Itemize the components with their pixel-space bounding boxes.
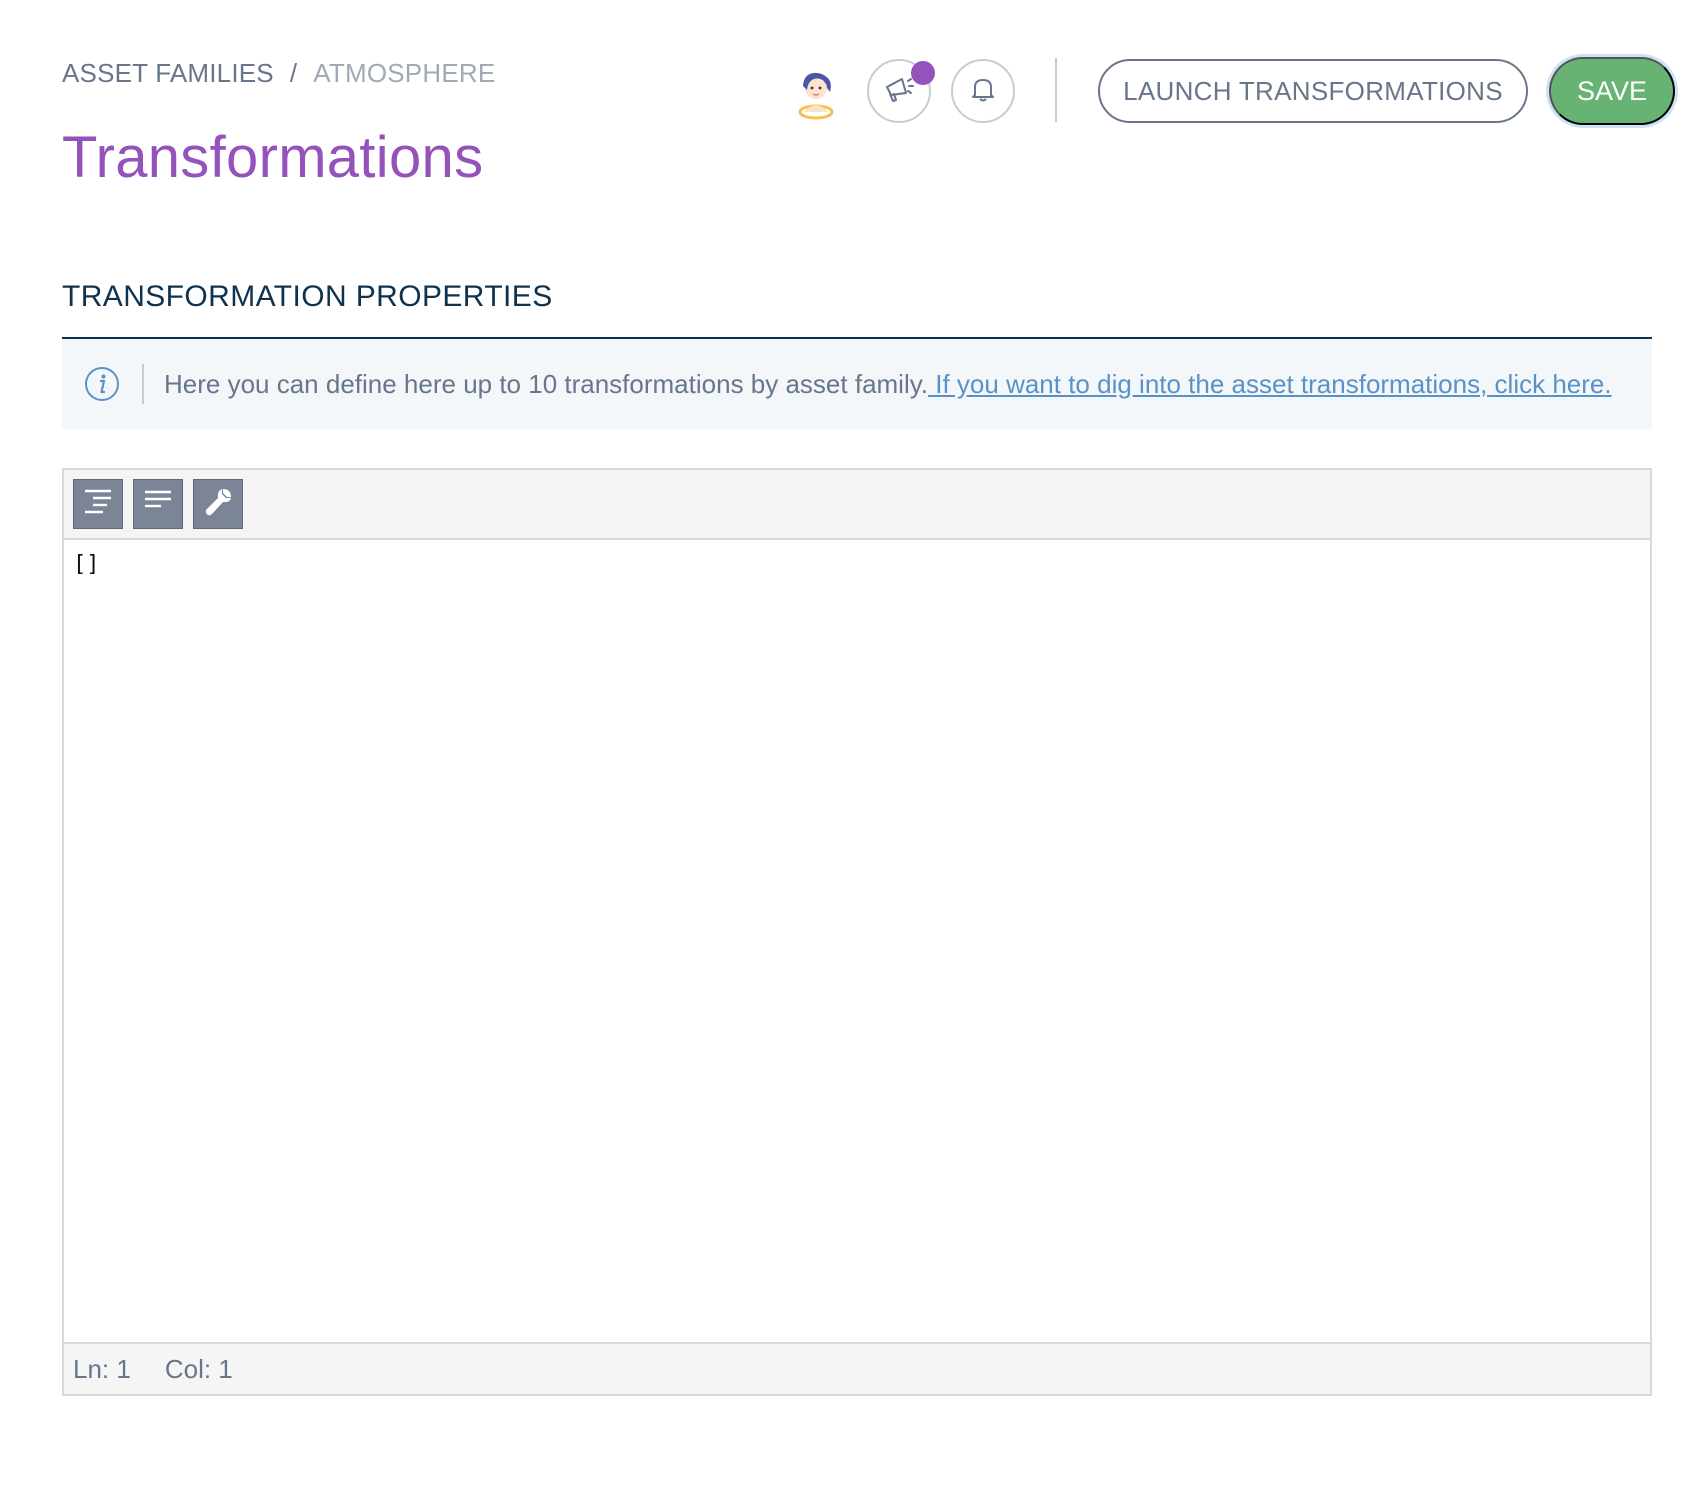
json-editor: [] Ln: 1 Col: 1 <box>62 468 1652 1396</box>
page-title: Transformations <box>62 125 484 190</box>
editor-statusbar: Ln: 1 Col: 1 <box>64 1342 1650 1394</box>
helper-banner: Here you can define here up to 10 transf… <box>62 339 1652 429</box>
save-button[interactable]: SAVE <box>1549 57 1675 125</box>
cursor-column: Col: 1 <box>164 1353 233 1384</box>
format-button[interactable] <box>73 479 123 529</box>
compact-text-icon <box>141 485 175 524</box>
notifications-button[interactable] <box>951 59 1015 123</box>
compact-button[interactable] <box>133 479 183 529</box>
info-icon <box>84 366 120 402</box>
helper-text: Here you can define here up to 10 transf… <box>164 369 1612 400</box>
wrench-icon <box>201 485 235 524</box>
repair-button[interactable] <box>193 479 243 529</box>
format-indent-icon <box>81 485 115 524</box>
user-avatar-icon[interactable] <box>786 62 846 122</box>
section-title: TRANSFORMATION PROPERTIES <box>62 280 553 313</box>
helper-link[interactable]: If you want to dig into the asset transf… <box>928 369 1611 399</box>
breadcrumb-separator: / <box>289 58 298 88</box>
breadcrumb-asset-families[interactable]: ASSET FAMILIES <box>62 58 274 89</box>
breadcrumb-current: ATMOSPHERE <box>313 58 496 88</box>
header-divider <box>1055 58 1057 122</box>
editor-toolbar <box>64 470 1650 540</box>
bell-icon <box>968 74 998 109</box>
launch-transformations-button[interactable]: LAUNCH TRANSFORMATIONS <box>1098 59 1528 123</box>
helper-message: Here you can define here up to 10 transf… <box>164 368 929 399</box>
notification-dot <box>911 61 935 85</box>
breadcrumb: ASSET FAMILIES / ATMOSPHERE <box>62 58 495 89</box>
code-editor-input[interactable]: [] <box>64 540 1650 1342</box>
cursor-line: Ln: 1 <box>73 1353 131 1384</box>
helper-separator <box>142 364 144 404</box>
